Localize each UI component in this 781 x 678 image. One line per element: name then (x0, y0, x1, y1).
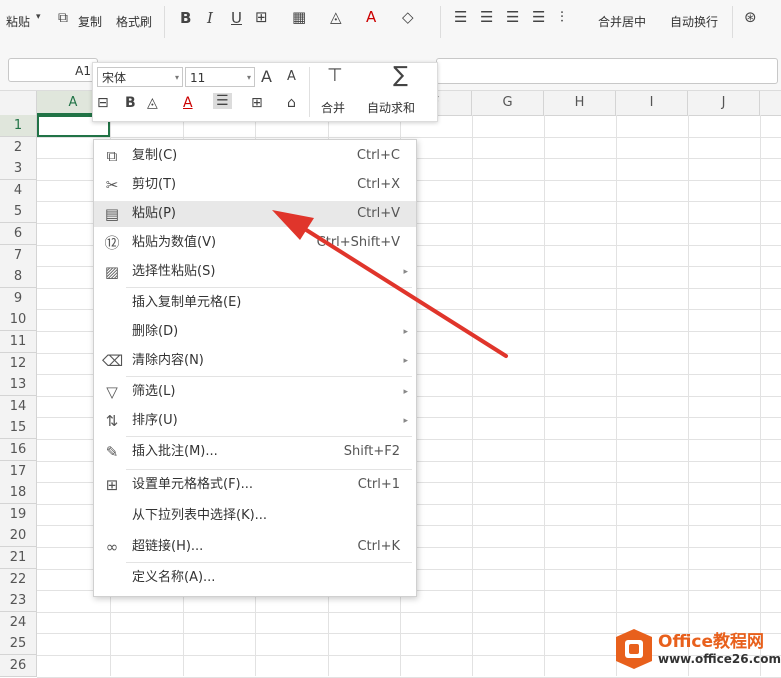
office-logo-icon (616, 629, 652, 669)
annotation-arrow (272, 210, 508, 358)
watermark: Office教程网 www.office26.com (614, 624, 781, 674)
watermark-url: www.office26.com (658, 652, 781, 666)
watermark-brand: Office教程网 (658, 632, 765, 652)
